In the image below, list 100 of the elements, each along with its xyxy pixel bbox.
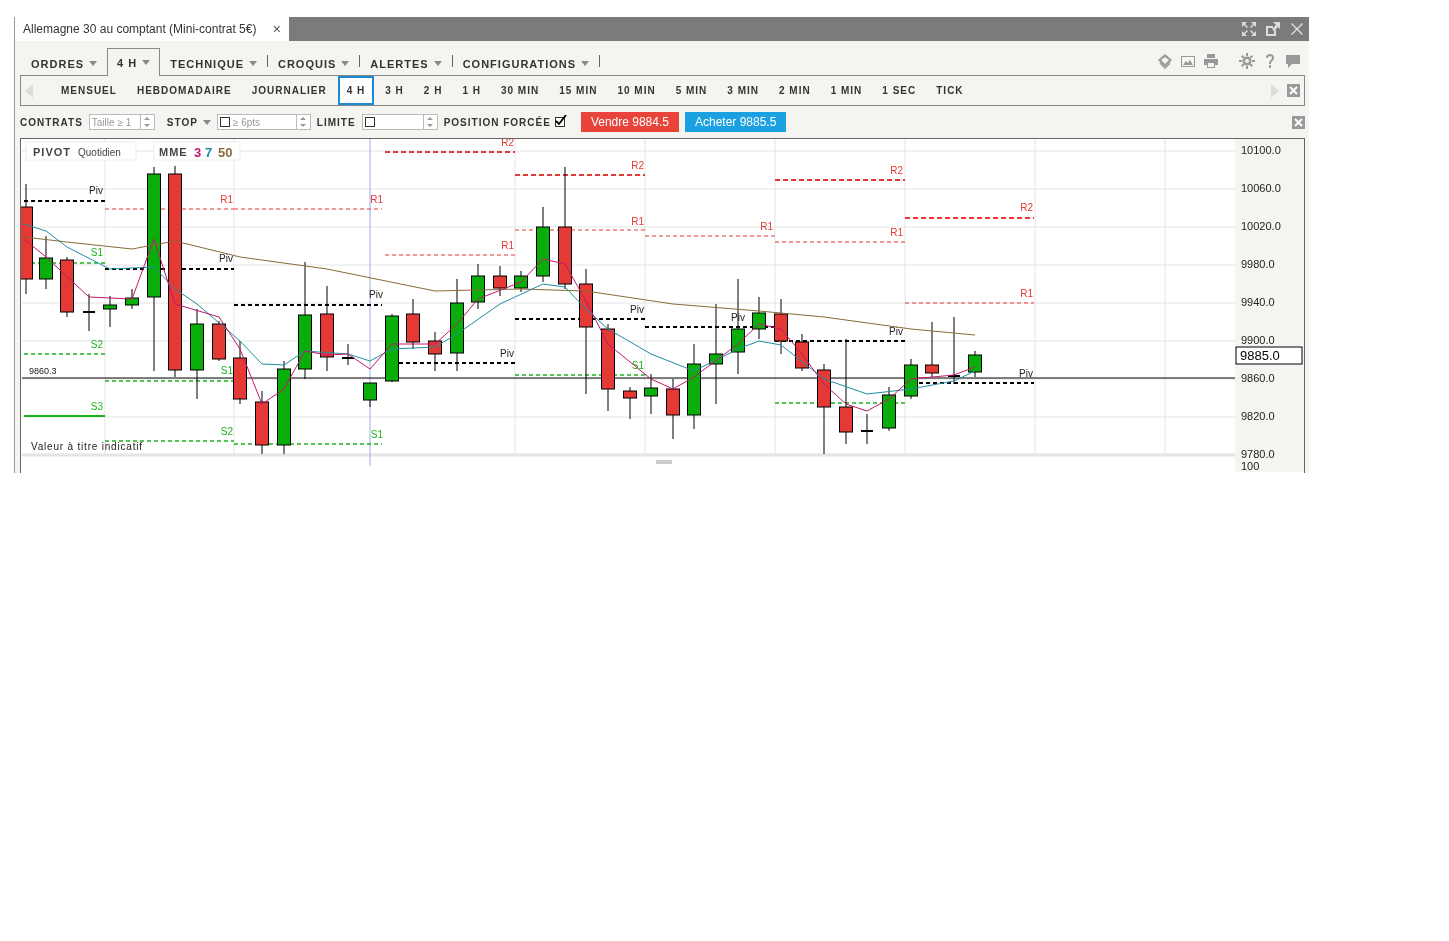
pivot-label: Piv: [1019, 368, 1033, 379]
pivot-label: Piv: [369, 289, 383, 300]
image-icon[interactable]: [1180, 53, 1196, 69]
caret-icon: [89, 61, 98, 66]
limit-label: LIMITE: [316, 116, 356, 128]
pivot-label: Piv: [500, 348, 514, 359]
limit-field[interactable]: [361, 114, 424, 130]
limit-checkbox[interactable]: [364, 117, 375, 127]
pivot-label: R1: [370, 194, 383, 205]
pivot-label: R1: [631, 216, 644, 227]
timeframe-tab[interactable]: HEBDOMADAIRE: [127, 76, 241, 105]
down-arrow-icon[interactable]: [427, 124, 434, 127]
y-axis-label: 10100.0: [1241, 144, 1281, 156]
ema-period: 7: [205, 145, 213, 160]
menu-tab[interactable]: ORDRES: [21, 50, 108, 76]
close-icon[interactable]: [1292, 115, 1305, 129]
pivot-label: R1: [890, 227, 903, 238]
menu-tab[interactable]: TECHNIQUE: [160, 50, 267, 76]
pivot-label: S3: [90, 401, 103, 412]
window-tab[interactable]: Allemagne 30 au comptant (Mini-contrat 5€) ×: [15, 17, 289, 41]
caret-icon: [433, 61, 442, 66]
pivot-label: S2: [90, 339, 103, 350]
timeframe-tab[interactable]: 15 MIN: [550, 76, 607, 105]
settings-icon[interactable]: [1239, 53, 1255, 69]
comment-icon[interactable]: [1285, 53, 1301, 69]
y-axis-label: 9900.0: [1241, 334, 1275, 346]
up-arrow-icon[interactable]: [300, 117, 307, 120]
candlestick: [428, 331, 442, 372]
layers-icon[interactable]: [1157, 53, 1173, 69]
close-button[interactable]: ×: [272, 21, 281, 37]
y-axis-label: 10020.0: [1241, 220, 1281, 232]
candlestick: [774, 298, 788, 355]
timeframe-tab[interactable]: 10 MIN: [608, 76, 665, 105]
caret-icon: [142, 60, 151, 65]
forced-position-checkbox[interactable]: [554, 117, 565, 127]
candlestick: [514, 270, 528, 293]
disclaimer: Valeur à titre indicatif: [31, 441, 143, 452]
pivot-period: Quotidien: [78, 147, 121, 158]
stop-input[interactable]: ≥ 6pts: [232, 116, 294, 128]
pivot-legend-label: PIVOT: [33, 146, 71, 158]
candlestick: [860, 413, 874, 445]
window-title: Allemagne 30 au comptant (Mini-contrat 5€): [23, 22, 257, 36]
print-icon[interactable]: [1203, 53, 1219, 69]
candlestick: [60, 256, 74, 318]
sell-button[interactable]: Vendre 9884.5: [580, 112, 679, 132]
candlestick: [925, 321, 939, 378]
candlestick: [795, 333, 809, 372]
candlestick: [212, 320, 226, 362]
candlestick: [82, 293, 96, 332]
caret-icon: [248, 61, 257, 66]
pivot-label: Piv: [630, 304, 644, 315]
timeframe-tab[interactable]: 5 MIN: [666, 76, 717, 105]
timeframe-tab[interactable]: 30 MIN: [491, 76, 549, 105]
timeframe-tab[interactable]: 1 MIN: [821, 76, 872, 105]
down-arrow-icon[interactable]: [300, 124, 307, 127]
menu-tab[interactable]: 4 H: [107, 48, 161, 76]
candlestick: [882, 386, 896, 432]
expand-icon[interactable]: [1241, 21, 1257, 37]
candlestick: [363, 382, 377, 408]
timeframe-tab[interactable]: 1 SEC: [873, 76, 926, 105]
candlestick: [39, 235, 53, 290]
stop-field[interactable]: ≥ 6pts: [216, 114, 297, 130]
candlestick: [493, 265, 507, 297]
pivot-label: R2: [890, 165, 903, 176]
pivot-label: R1: [220, 194, 233, 205]
stop-checkbox[interactable]: [219, 117, 230, 127]
menu-tab[interactable]: CONFIGURATIONS: [452, 50, 600, 76]
timeframe-tab[interactable]: JOURNALIER: [242, 76, 336, 105]
pivot-label: R2: [631, 160, 644, 171]
pivot-label: S1: [370, 429, 383, 440]
y-axis-label: 9820.0: [1241, 410, 1275, 422]
candlestick: [752, 296, 766, 340]
timeframe-tab[interactable]: 3 H: [376, 76, 413, 105]
timeframe-tab[interactable]: 3 MIN: [718, 76, 768, 105]
contracts-field[interactable]: Taille ≥ 1: [88, 114, 141, 130]
popout-icon[interactable]: [1265, 21, 1281, 37]
scroll-handle[interactable]: [656, 460, 672, 464]
ema-period: 3: [194, 145, 202, 160]
close-icon[interactable]: [1287, 84, 1300, 97]
ema-period: 50: [218, 145, 233, 160]
menu-tab[interactable]: CROQUIS: [267, 50, 360, 76]
candlestick: [103, 295, 117, 328]
candlestick: [471, 263, 485, 310]
caret-icon: [581, 61, 590, 66]
up-arrow-icon[interactable]: [427, 117, 434, 120]
stop-label[interactable]: STOP: [166, 116, 211, 128]
timeframe-tab[interactable]: 1 H: [453, 76, 490, 105]
up-arrow-icon[interactable]: [144, 117, 151, 120]
menu-tab[interactable]: ALERTES: [360, 50, 452, 76]
timeframe-tab[interactable]: TICK: [927, 76, 973, 105]
candlestick: [623, 386, 637, 420]
down-arrow-icon[interactable]: [144, 124, 151, 127]
timeframe-tab[interactable]: 2 MIN: [770, 76, 820, 105]
price-marker: 9885.0: [1235, 346, 1303, 365]
timeframe-tab[interactable]: 4 H: [337, 76, 375, 105]
timeframe-tab[interactable]: 2 H: [414, 76, 452, 105]
close-icon[interactable]: [1289, 21, 1305, 37]
caret-icon: [341, 61, 350, 66]
timeframe-tab[interactable]: MENSUEL: [52, 76, 126, 105]
pivot-label: R2: [1020, 202, 1033, 213]
